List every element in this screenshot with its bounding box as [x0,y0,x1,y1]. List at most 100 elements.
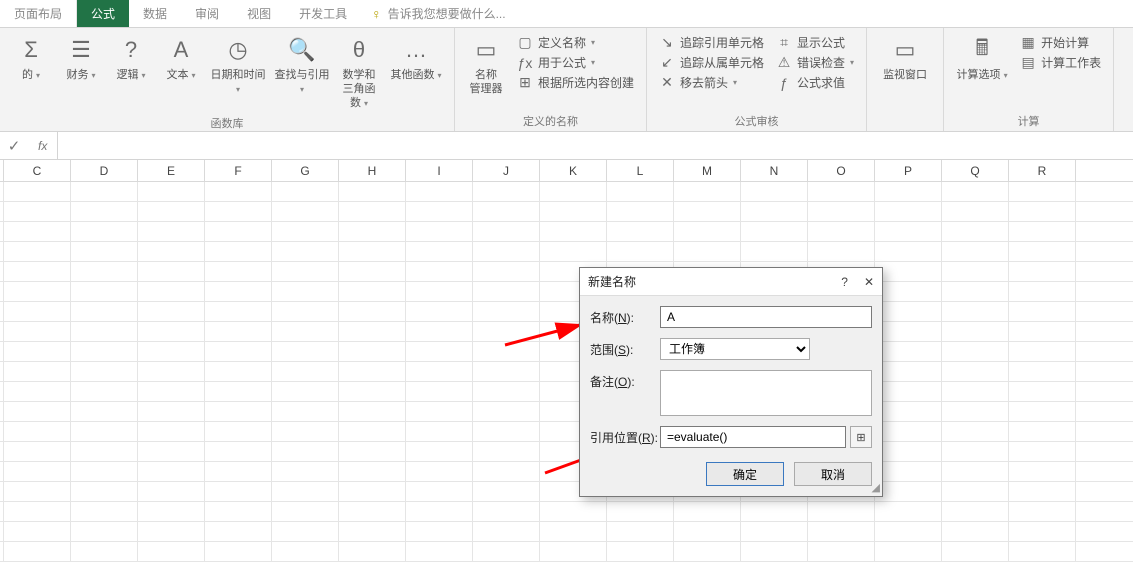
cell[interactable] [339,502,406,521]
cell[interactable] [138,242,205,261]
cell[interactable] [272,222,339,241]
cell[interactable] [272,542,339,561]
cell[interactable] [741,242,808,261]
cell[interactable] [4,322,71,341]
cell[interactable] [406,202,473,221]
cell[interactable] [406,282,473,301]
cell[interactable] [942,522,1009,541]
cell[interactable] [71,222,138,241]
row-trace-precedents[interactable]: ↘追踪引用单元格 [659,34,764,51]
cell[interactable] [4,362,71,381]
cell[interactable] [272,402,339,421]
cell[interactable] [942,542,1009,561]
cell[interactable] [607,542,674,561]
cell[interactable] [674,242,741,261]
tab-formulas[interactable]: 公式 [77,0,129,27]
cell[interactable] [942,442,1009,461]
cell[interactable] [272,522,339,541]
cell[interactable] [138,442,205,461]
cell[interactable] [205,302,272,321]
cell[interactable] [272,382,339,401]
cell[interactable] [875,362,942,381]
cell[interactable] [272,482,339,501]
cell[interactable] [205,342,272,361]
row-create-from-selection[interactable]: ⊞根据所选内容创建 [517,74,634,91]
cell[interactable] [272,182,339,201]
cell[interactable] [1009,302,1076,321]
row-trace-dependents[interactable]: ↙追踪从属单元格 [659,54,764,71]
cell[interactable] [540,222,607,241]
cell[interactable] [406,402,473,421]
cell[interactable] [406,322,473,341]
cancel-button[interactable]: 取消 [794,462,872,486]
cell[interactable] [138,542,205,561]
cell[interactable] [607,182,674,201]
cell[interactable] [473,342,540,361]
btn-datetime[interactable]: ◷ 日期和时间 ▾ [208,32,268,99]
row-error-check[interactable]: ⚠错误检查 ▾ [776,54,854,71]
cell[interactable] [1009,342,1076,361]
cell[interactable] [205,222,272,241]
column-header[interactable]: J [473,160,540,181]
cell[interactable] [138,362,205,381]
cell[interactable] [71,342,138,361]
column-header[interactable]: O [808,160,875,181]
column-header[interactable]: N [741,160,808,181]
cell[interactable] [406,482,473,501]
cell[interactable] [942,462,1009,481]
cell[interactable] [1009,462,1076,481]
cell[interactable] [473,422,540,441]
cell[interactable] [875,402,942,421]
cell[interactable] [205,322,272,341]
cell[interactable] [741,502,808,521]
cell[interactable] [1009,222,1076,241]
cell[interactable] [272,282,339,301]
cell[interactable] [1009,402,1076,421]
cell[interactable] [272,202,339,221]
cell[interactable] [875,302,942,321]
formula-confirm-icon[interactable]: ✓ [0,137,28,155]
cell[interactable] [406,542,473,561]
cell[interactable] [942,182,1009,201]
cell[interactable] [875,442,942,461]
btn-watch-window[interactable]: ▭ 监视窗口 [875,32,935,84]
column-header[interactable]: K [540,160,607,181]
close-icon[interactable]: ✕ [864,275,874,289]
cell[interactable] [205,262,272,281]
cell[interactable] [138,222,205,241]
cell[interactable] [406,222,473,241]
cell[interactable] [205,442,272,461]
cell[interactable] [942,402,1009,421]
cell[interactable] [205,542,272,561]
cell[interactable] [607,242,674,261]
column-header[interactable]: R [1009,160,1076,181]
cell[interactable] [71,182,138,201]
cell[interactable] [942,322,1009,341]
cell[interactable] [473,202,540,221]
cell[interactable] [473,402,540,421]
cell[interactable] [339,202,406,221]
cell[interactable] [4,422,71,441]
cell[interactable] [1009,322,1076,341]
ok-button[interactable]: 确定 [706,462,784,486]
cell[interactable] [1009,202,1076,221]
tab-data[interactable]: 数据 [129,0,181,27]
cell[interactable] [875,462,942,481]
cell[interactable] [339,182,406,201]
cell[interactable] [272,462,339,481]
cell[interactable] [473,282,540,301]
cell[interactable] [339,542,406,561]
cell[interactable] [607,522,674,541]
cell[interactable] [339,462,406,481]
cell[interactable] [808,242,875,261]
cell[interactable] [4,542,71,561]
collapse-dialog-button[interactable]: ⊞ [850,426,872,448]
cell[interactable] [607,222,674,241]
cell[interactable] [540,502,607,521]
cell[interactable] [4,202,71,221]
cell[interactable] [540,542,607,561]
cell[interactable] [473,222,540,241]
cell[interactable] [473,542,540,561]
cell[interactable] [406,362,473,381]
tab-view[interactable]: 视图 [233,0,285,27]
